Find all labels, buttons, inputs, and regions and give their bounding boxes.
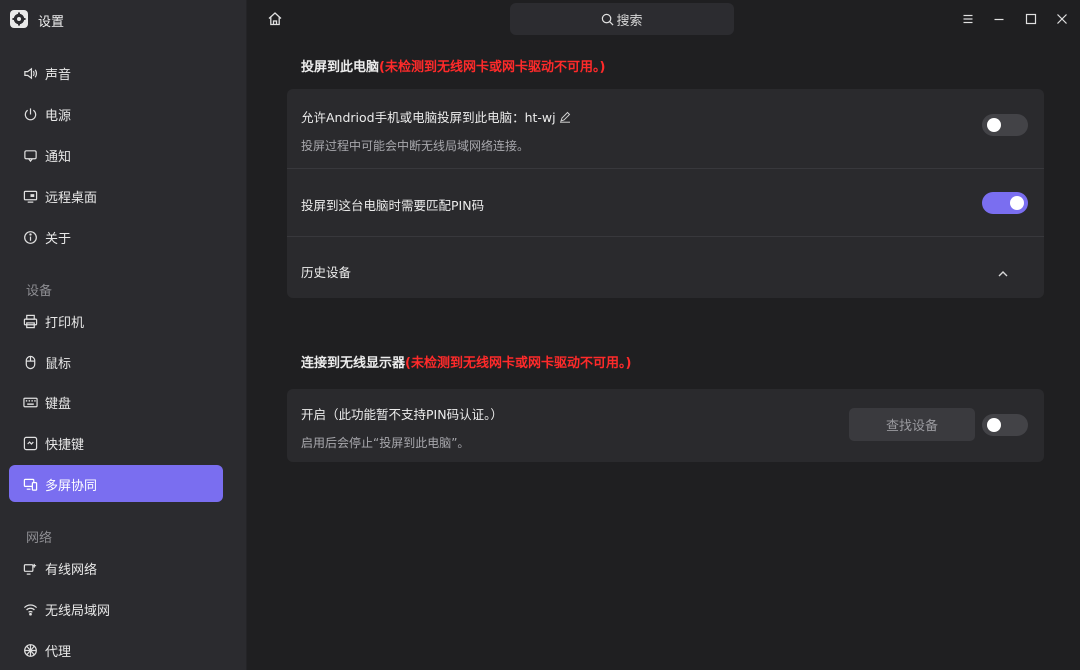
settings-gear-icon — [10, 10, 28, 28]
sidebar-item-shortcuts[interactable]: 快捷键 — [9, 424, 223, 461]
wireless-enable-toggle[interactable] — [982, 414, 1028, 436]
section-title-text: 投屏到此电脑 — [301, 60, 380, 75]
section-warning: (未检测到无线网卡或网卡驱动不可用。) — [379, 60, 606, 75]
sidebar-item-mouse[interactable]: 鼠标 — [9, 343, 223, 380]
sidebar-item-proxy[interactable]: 代理 — [9, 631, 223, 668]
notification-icon — [22, 147, 38, 163]
menu-icon[interactable] — [961, 11, 975, 25]
sidebar-item-label: 鼠标 — [45, 357, 72, 372]
sidebar-item-label: 有线网络 — [45, 563, 98, 578]
sidebar-item-keyboard[interactable]: 键盘 — [9, 383, 223, 420]
sidebar-item-label: 打印机 — [45, 316, 85, 331]
allow-cast-toggle[interactable] — [982, 114, 1028, 136]
sidebar-item-wifi[interactable]: 无线局域网 — [9, 590, 223, 627]
wireless-enable-title: 开启（此功能暂不支持PIN码认证。） — [301, 407, 503, 422]
sidebar-item-label: 快捷键 — [45, 438, 85, 453]
power-icon — [22, 106, 38, 122]
sidebar-item-printer[interactable]: 打印机 — [9, 302, 223, 339]
allow-cast-title-text: 允许Andriod手机或电脑投屏到此电脑：ht-wj — [301, 110, 556, 125]
sidebar-item-label: 键盘 — [45, 397, 72, 412]
cast-to-pc-card: 允许Andriod手机或电脑投屏到此电脑：ht-wj 投屏过程中可能会中断无线局… — [287, 89, 1044, 298]
home-icon[interactable] — [267, 11, 283, 27]
toggle-knob — [987, 418, 1001, 432]
toggle-knob — [987, 118, 1001, 132]
section-label-devices: 设备 — [26, 284, 53, 299]
sidebar-item-label: 代理 — [45, 645, 72, 660]
allow-cast-subtitle: 投屏过程中可能会中断无线局域网络连接。 — [301, 139, 530, 153]
history-title: 历史设备 — [301, 265, 352, 280]
pin-row: 投屏到这台电脑时需要匹配PIN码 — [287, 169, 1044, 236]
find-device-button[interactable]: 查找设备 — [849, 408, 975, 441]
sidebar-item-label: 电源 — [45, 109, 72, 124]
section-title-text: 连接到无线显示器 — [301, 356, 406, 371]
info-icon — [22, 229, 38, 245]
app-title: 设置 — [38, 15, 65, 30]
sidebar-item-notification[interactable]: 通知 — [9, 136, 223, 173]
sidebar-item-label: 远程桌面 — [45, 191, 98, 206]
close-icon[interactable] — [1055, 11, 1069, 25]
sidebar-item-label: 多屏协同 — [45, 479, 98, 494]
search-icon — [602, 13, 614, 25]
section-warning: (未检测到无线网卡或网卡驱动不可用。) — [405, 356, 632, 371]
wifi-icon — [22, 601, 38, 617]
shortcut-icon — [22, 435, 38, 451]
wireless-display-card: 开启（此功能暂不支持PIN码认证。） 启用后会停止“投屏到此电脑”。 查找设备 — [287, 389, 1044, 462]
sidebar-item-sound[interactable]: 声音 — [9, 54, 223, 91]
search-input[interactable]: 搜索 — [510, 3, 734, 35]
sidebar-item-multiscreen[interactable]: 多屏协同 — [9, 465, 223, 502]
allow-cast-title: 允许Andriod手机或电脑投屏到此电脑：ht-wj — [301, 107, 571, 126]
chevron-up-icon[interactable] — [996, 266, 1010, 280]
speaker-icon — [22, 65, 38, 81]
keyboard-icon — [22, 394, 38, 410]
title-bar: 搜索 — [247, 0, 1080, 38]
sidebar: 设置 声音 电源 通知 远程桌面 关于 设备 打印机 鼠标 键盘 快捷键 多屏协 — [0, 0, 247, 670]
sidebar-item-label: 通知 — [45, 150, 72, 165]
sidebar-item-label: 声音 — [45, 68, 72, 83]
mouse-icon — [22, 354, 38, 370]
pin-toggle[interactable] — [982, 192, 1028, 214]
maximize-icon[interactable] — [1024, 11, 1038, 25]
section-title-cast-to-pc: 投屏到此电脑(未检测到无线网卡或网卡驱动不可用。) — [301, 56, 605, 75]
proxy-icon — [22, 642, 38, 658]
section-label-network: 网络 — [26, 531, 53, 546]
main-content: 投屏到此电脑(未检测到无线网卡或网卡驱动不可用。) 允许Andriod手机或电脑… — [247, 38, 1080, 670]
toggle-knob — [1010, 196, 1024, 210]
remote-desktop-icon — [22, 188, 38, 204]
pin-title: 投屏到这台电脑时需要匹配PIN码 — [301, 198, 485, 213]
history-row[interactable]: 历史设备 — [287, 237, 1044, 298]
search-placeholder: 搜索 — [616, 13, 643, 29]
printer-icon — [22, 313, 38, 329]
app-header: 设置 — [0, 0, 247, 40]
multiscreen-icon — [22, 476, 38, 492]
wireless-enable-subtitle: 启用后会停止“投屏到此电脑”。 — [301, 436, 470, 450]
sidebar-item-label: 关于 — [45, 232, 72, 247]
sidebar-item-power[interactable]: 电源 — [9, 95, 223, 132]
sidebar-item-wired-network[interactable]: 有线网络 — [9, 549, 223, 586]
wired-network-icon — [22, 560, 38, 576]
edit-pencil-icon[interactable] — [559, 111, 571, 123]
section-title-wireless-display: 连接到无线显示器(未检测到无线网卡或网卡驱动不可用。) — [301, 352, 631, 371]
sidebar-item-about[interactable]: 关于 — [9, 218, 223, 255]
minimize-icon[interactable] — [992, 11, 1006, 25]
sidebar-item-remote-desktop[interactable]: 远程桌面 — [9, 177, 223, 214]
sidebar-item-label: 无线局域网 — [45, 604, 111, 619]
allow-cast-row: 允许Andriod手机或电脑投屏到此电脑：ht-wj 投屏过程中可能会中断无线局… — [287, 89, 1044, 168]
